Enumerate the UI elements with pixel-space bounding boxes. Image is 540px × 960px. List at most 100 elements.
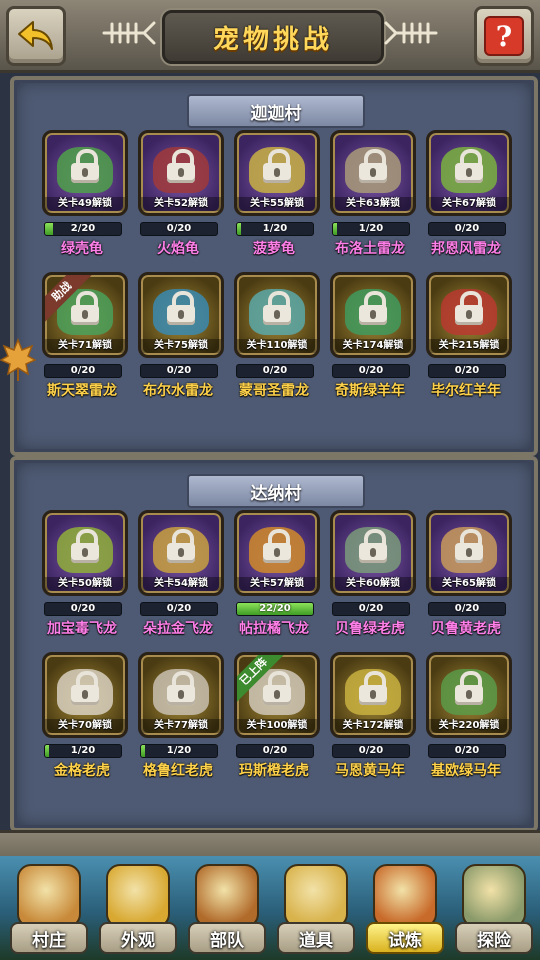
nav-item-5[interactable]: 试炼 <box>360 862 446 956</box>
progress-text: 0/20 <box>454 365 480 376</box>
progress-text: 0/20 <box>70 603 96 614</box>
pet-card[interactable]: 关卡54解锁 <box>138 510 224 596</box>
nav-item-3[interactable]: 部队 <box>182 862 268 956</box>
section-title-text: 达纳村 <box>250 483 302 504</box>
pet-slot[interactable]: 关卡57解锁 22/20 帖拉橘飞龙 <box>226 510 322 644</box>
unlock-requirement: 关卡220解锁 <box>429 719 509 733</box>
pet-slot[interactable]: 关卡60解锁 0/20 贝鲁绿老虎 <box>322 510 418 644</box>
progress-text: 22/20 <box>259 603 291 614</box>
shard-progress-bar: 0/20 <box>428 222 506 236</box>
progress-text: 0/20 <box>166 603 192 614</box>
nav-item-2[interactable]: 外观 <box>93 862 179 956</box>
title-plate: 宠物挑战 <box>162 10 384 64</box>
shard-progress-bar: 0/20 <box>428 602 506 616</box>
pet-slot[interactable]: 关卡50解锁 0/20 加宝毒飞龙 <box>34 510 130 644</box>
pet-card[interactable]: 关卡60解锁 <box>330 510 416 596</box>
pet-card[interactable]: 关卡52解锁 <box>138 130 224 216</box>
pet-slot[interactable]: 关卡220解锁 0/20 基欧绿马年 <box>418 652 514 786</box>
maple-leaf-icon <box>0 338 36 381</box>
pet-slot[interactable]: 关卡67解锁 0/20 邦恩风雷龙 <box>418 130 514 264</box>
trial-icon <box>373 864 437 928</box>
pet-card[interactable]: 已上阵 关卡100解锁 <box>234 652 320 738</box>
pet-card[interactable]: 关卡55解锁 <box>234 130 320 216</box>
top-bar: 宠物挑战 ? <box>0 0 540 73</box>
pet-card[interactable]: 关卡65解锁 <box>426 510 512 596</box>
pet-name: 加宝毒飞龙 <box>47 621 117 637</box>
pet-slot[interactable]: 助战 关卡71解锁 0/20 斯天翠雷龙 <box>34 272 130 406</box>
lock-icon <box>359 291 387 327</box>
shard-progress-bar: 0/20 <box>332 602 410 616</box>
pet-slot[interactable]: 关卡75解锁 0/20 布尔水雷龙 <box>130 272 226 406</box>
pet-card[interactable]: 关卡70解锁 <box>42 652 128 738</box>
pet-slot[interactable]: 关卡215解锁 0/20 毕尔红羊年 <box>418 272 514 406</box>
progress-text: 0/20 <box>454 603 480 614</box>
nav-item-4[interactable]: 道具 <box>271 862 357 956</box>
lock-icon <box>359 671 387 707</box>
pet-card[interactable]: 助战 关卡71解锁 <box>42 272 128 358</box>
progress-text: 0/20 <box>262 745 288 756</box>
pet-slot[interactable]: 关卡110解锁 0/20 蒙哥圣雷龙 <box>226 272 322 406</box>
pet-card[interactable]: 关卡63解锁 <box>330 130 416 216</box>
pet-card[interactable]: 关卡57解锁 <box>234 510 320 596</box>
pet-slot[interactable]: 已上阵 关卡100解锁 0/20 玛斯橙老虎 <box>226 652 322 786</box>
pet-name: 帖拉橘飞龙 <box>239 621 309 637</box>
pet-card[interactable]: 关卡110解锁 <box>234 272 320 358</box>
back-button[interactable] <box>6 6 66 66</box>
pet-name: 布洛土雷龙 <box>335 241 405 257</box>
shard-progress-bar: 1/20 <box>140 744 218 758</box>
shard-progress-bar: 0/20 <box>140 222 218 236</box>
pet-card[interactable]: 关卡77解锁 <box>138 652 224 738</box>
pet-name: 贝鲁绿老虎 <box>335 621 405 637</box>
unlock-requirement: 关卡50解锁 <box>45 577 125 591</box>
pet-card[interactable]: 关卡215解锁 <box>426 272 512 358</box>
progress-text: 1/20 <box>70 745 96 756</box>
pet-slot[interactable]: 关卡70解锁 1/20 金格老虎 <box>34 652 130 786</box>
lock-icon <box>455 529 483 565</box>
shard-progress-bar: 0/20 <box>236 744 314 758</box>
pet-slot[interactable]: 关卡55解锁 1/20 菠萝龟 <box>226 130 322 264</box>
shard-progress-bar: 0/20 <box>428 364 506 378</box>
pet-card[interactable]: 关卡49解锁 <box>42 130 128 216</box>
fishbone-icon <box>102 21 156 45</box>
shard-progress-bar: 1/20 <box>236 222 314 236</box>
pet-card[interactable]: 关卡220解锁 <box>426 652 512 738</box>
lock-icon <box>263 671 291 707</box>
unlock-requirement: 关卡77解锁 <box>141 719 221 733</box>
progress-text: 1/20 <box>262 223 288 234</box>
pet-name: 邦恩风雷龙 <box>431 241 501 257</box>
pet-slot[interactable]: 关卡49解锁 2/20 绿壳龟 <box>34 130 130 264</box>
shard-progress-bar: 0/20 <box>44 364 122 378</box>
pet-card[interactable]: 关卡50解锁 <box>42 510 128 596</box>
lock-icon <box>359 149 387 185</box>
unlock-requirement: 关卡63解锁 <box>333 197 413 211</box>
pet-slot[interactable]: 关卡77解锁 1/20 格鲁红老虎 <box>130 652 226 786</box>
unlock-requirement: 关卡55解锁 <box>237 197 317 211</box>
pet-card[interactable]: 关卡172解锁 <box>330 652 416 738</box>
help-button[interactable]: ? <box>474 6 534 66</box>
pet-slot[interactable]: 关卡52解锁 0/20 火焰龟 <box>130 130 226 264</box>
shard-progress-bar: 0/20 <box>140 602 218 616</box>
unlock-requirement: 关卡52解锁 <box>141 197 221 211</box>
pet-slot[interactable]: 关卡54解锁 0/20 朵拉金飞龙 <box>130 510 226 644</box>
progress-text: 1/20 <box>166 745 192 756</box>
section-title: 达纳村 <box>187 474 365 508</box>
shard-progress-bar: 22/20 <box>236 602 314 616</box>
progress-text: 0/20 <box>262 365 288 376</box>
pet-name: 布尔水雷龙 <box>143 383 213 399</box>
pet-name: 奇斯绿羊年 <box>335 383 405 399</box>
pet-slot[interactable]: 关卡65解锁 0/20 贝鲁黄老虎 <box>418 510 514 644</box>
pet-slot[interactable]: 关卡63解锁 1/20 布洛土雷龙 <box>322 130 418 264</box>
lock-icon <box>167 671 195 707</box>
nav-item-6[interactable]: 探险 <box>449 862 535 956</box>
pet-slot[interactable]: 关卡172解锁 0/20 马恩黄马年 <box>322 652 418 786</box>
pet-card[interactable]: 关卡75解锁 <box>138 272 224 358</box>
progress-text: 0/20 <box>166 365 192 376</box>
pet-card[interactable]: 关卡67解锁 <box>426 130 512 216</box>
pet-card[interactable]: 关卡174解锁 <box>330 272 416 358</box>
unlock-requirement: 关卡100解锁 <box>237 719 317 733</box>
nav-item-1[interactable]: 村庄 <box>4 862 90 956</box>
village-section-1: 迦迦村 关卡49解锁 2/20 绿壳龟 关卡52解锁 0/20 火焰龟 关卡55解锁 1/20… <box>10 76 538 456</box>
explore-icon <box>462 864 526 928</box>
village-icon <box>17 864 81 928</box>
pet-slot[interactable]: 关卡174解锁 0/20 奇斯绿羊年 <box>322 272 418 406</box>
